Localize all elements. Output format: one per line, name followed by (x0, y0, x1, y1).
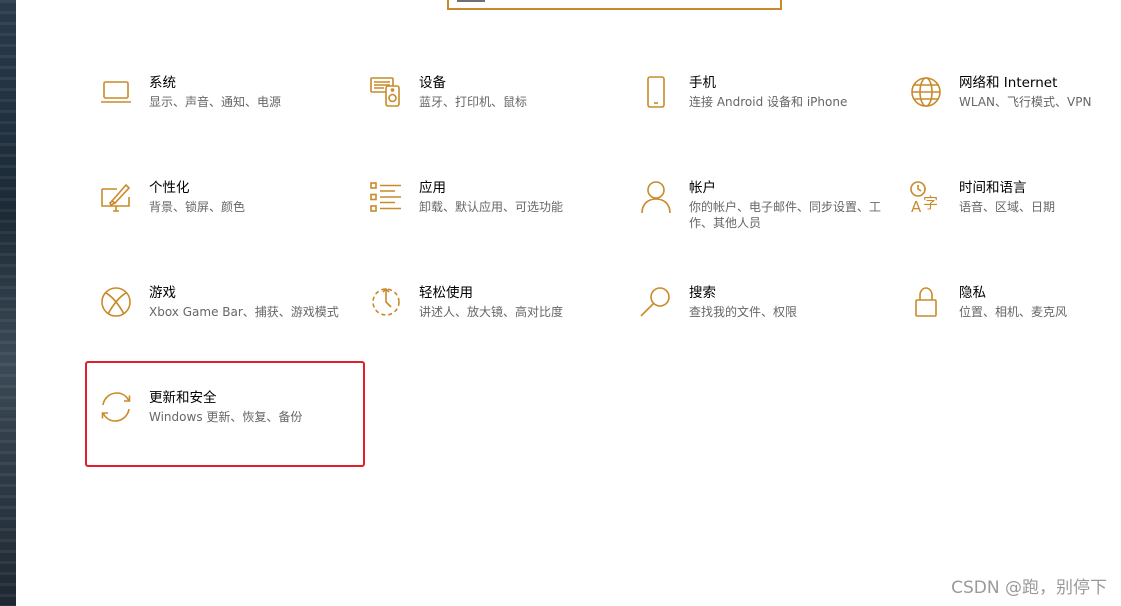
tile-description: 连接 Android 设备和 iPhone (689, 95, 848, 109)
tile-title: 帐户 (689, 180, 716, 196)
devices-icon (369, 75, 403, 109)
tile-title: 应用 (419, 180, 446, 196)
tile-title: 手机 (689, 75, 716, 91)
tile-ease-of-access[interactable]: 轻松使用 讲述人、放大镜、高对比度 (369, 285, 629, 357)
tile-description: 卸载、默认应用、可选功能 (419, 200, 564, 214)
person-icon (639, 180, 673, 214)
tile-network[interactable]: 网络和 Internet WLAN、飞行模式、VPN (909, 75, 1121, 147)
tile-title: 轻松使用 (419, 285, 473, 301)
tile-description: 位置、相机、麦克风 (959, 305, 1068, 319)
tile-time-language[interactable]: A 字 时间和语言 语音、区域、日期 (909, 180, 1121, 252)
tile-accounts[interactable]: 帐户 你的帐户、电子邮件、同步设置、工作、其他人员 (639, 180, 899, 252)
tile-apps[interactable]: 应用 卸载、默认应用、可选功能 (369, 180, 629, 252)
time-language-icon: A 字 (909, 180, 943, 214)
tile-description: 查找我的文件、权限 (689, 305, 798, 319)
search-icon (639, 285, 673, 319)
tile-description: 显示、声音、通知、电源 (149, 95, 282, 109)
xbox-icon (99, 285, 133, 319)
laptop-icon (99, 75, 133, 109)
tile-description: Xbox Game Bar、捕获、游戏模式 (149, 305, 339, 319)
tile-description: 语音、区域、日期 (959, 200, 1056, 214)
lock-icon (909, 285, 943, 319)
watermark: CSDN @跑，别停下 (951, 578, 1107, 598)
tile-gaming[interactable]: 游戏 Xbox Game Bar、捕获、游戏模式 (99, 285, 359, 357)
tile-devices[interactable]: 设备 蓝牙、打印机、鼠标 (369, 75, 629, 147)
personalization-icon (99, 180, 133, 214)
svg-text:字: 字 (923, 194, 938, 212)
tile-title: 系统 (149, 75, 176, 91)
search-text-fragment (457, 0, 485, 2)
tile-title: 网络和 Internet (959, 75, 1058, 91)
ease-of-access-icon (369, 285, 403, 319)
tile-title: 个性化 (149, 180, 190, 196)
globe-icon (909, 75, 943, 109)
tile-description: 你的帐户、电子邮件、同步设置、工作、其他人员 (689, 200, 882, 230)
tile-title: 搜索 (689, 285, 716, 301)
desktop-background-strip (0, 0, 16, 606)
svg-text:A: A (911, 198, 922, 214)
tile-system[interactable]: 系统 显示、声音、通知、电源 (99, 75, 359, 147)
highlight-box (85, 361, 365, 467)
tile-title: 游戏 (149, 285, 176, 301)
tile-title: 隐私 (959, 285, 986, 301)
tile-search[interactable]: 搜索 查找我的文件、权限 (639, 285, 899, 357)
tile-description: WLAN、飞行模式、VPN (959, 95, 1092, 109)
tile-description: 讲述人、放大镜、高对比度 (419, 305, 564, 319)
tile-phone[interactable]: 手机 连接 Android 设备和 iPhone (639, 75, 899, 147)
tile-description: 蓝牙、打印机、鼠标 (419, 95, 528, 109)
tile-description: 背景、锁屏、颜色 (149, 200, 246, 214)
tile-privacy[interactable]: 隐私 位置、相机、麦克风 (909, 285, 1121, 357)
settings-search-box[interactable]: ⌕ (447, 0, 782, 10)
apps-list-icon (369, 180, 403, 214)
search-icon: ⌕ (765, 0, 772, 3)
tile-personalization[interactable]: 个性化 背景、锁屏、颜色 (99, 180, 359, 252)
tile-title: 时间和语言 (959, 180, 1027, 196)
tile-title: 设备 (419, 75, 446, 91)
phone-icon (639, 75, 673, 109)
